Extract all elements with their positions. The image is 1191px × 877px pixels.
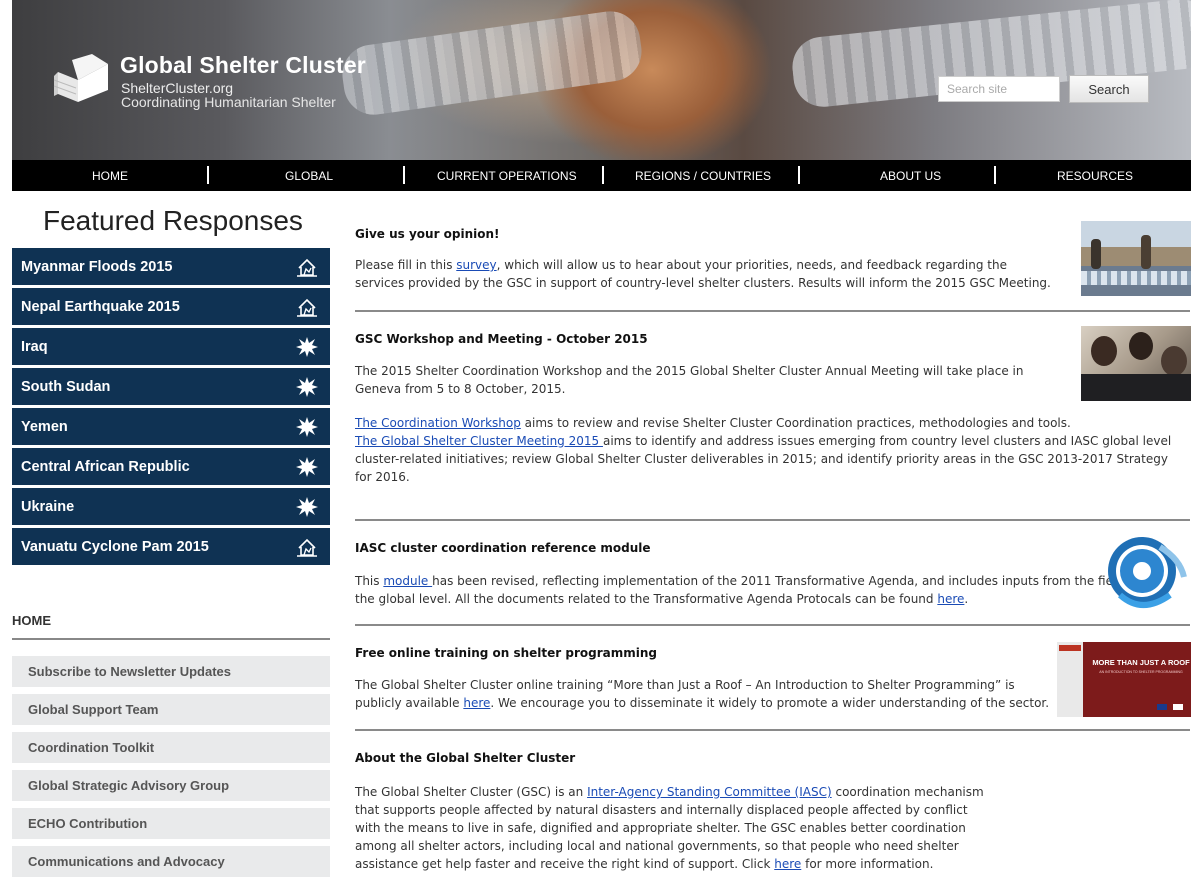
main-nav: HOME GLOBAL CURRENT OPERATIONS REGIONS /… <box>12 160 1191 191</box>
sidebar-home-heading: HOME <box>12 613 51 628</box>
body-text: . <box>964 592 969 606</box>
response-label: Iraq <box>21 338 48 355</box>
divider <box>355 624 1190 626</box>
nav-resources[interactable]: RESOURCES <box>1057 169 1133 183</box>
post-title: About the Global Shelter Cluster <box>355 751 576 765</box>
response-myanmar-floods[interactable]: Myanmar Floods 2015 <box>12 248 330 285</box>
post-body: The Global Shelter Cluster online traini… <box>355 676 1055 712</box>
response-nepal-earthquake[interactable]: Nepal Earthquake 2015 <box>12 288 330 325</box>
body-text: This <box>355 574 384 588</box>
post-title: GSC Workshop and Meeting - October 2015 <box>355 332 648 346</box>
nav-separator <box>602 166 604 184</box>
post-body: The Coordination Workshop aims to review… <box>355 414 1175 486</box>
body-text: The Global Shelter Cluster (GSC) is an <box>355 785 588 799</box>
burst-icon <box>296 417 318 437</box>
training-here-link[interactable]: here <box>463 696 490 710</box>
coordination-workshop-link[interactable]: The Coordination Workshop <box>355 416 521 430</box>
sidebar-link-newsletter[interactable]: Subscribe to Newsletter Updates <box>12 656 330 687</box>
response-yemen[interactable]: Yemen <box>12 408 330 445</box>
gsc-meeting-link[interactable]: The Global Shelter Cluster Meeting 2015 <box>355 434 603 448</box>
featured-responses-heading: Featured Responses <box>43 205 303 236</box>
response-ukraine[interactable]: Ukraine <box>12 488 330 525</box>
nav-separator <box>207 166 209 184</box>
burst-icon <box>296 377 318 397</box>
response-label: Ukraine <box>21 498 75 515</box>
logo-icon[interactable] <box>52 50 114 110</box>
nav-about-us[interactable]: ABOUT US <box>880 169 941 183</box>
search-button[interactable]: Search <box>1069 75 1149 103</box>
nav-separator <box>994 166 996 184</box>
nav-separator <box>798 166 800 184</box>
body-text: Please fill in this <box>355 258 457 272</box>
house-disaster-icon <box>297 258 317 277</box>
about-here-link[interactable]: here <box>774 857 801 871</box>
response-south-sudan[interactable]: South Sudan <box>12 368 330 405</box>
post-about: About the Global Shelter Cluster The Glo… <box>355 751 1190 873</box>
house-disaster-icon <box>297 538 317 557</box>
survey-link[interactable]: survey <box>456 258 496 272</box>
post-opinion: Give us your opinion! Please fill in thi… <box>355 227 1190 292</box>
post-body: Please fill in this survey, which will a… <box>355 256 1055 292</box>
nav-home[interactable]: HOME <box>92 169 128 183</box>
sidebar-link-echo-contribution[interactable]: ECHO Contribution <box>12 808 330 839</box>
post-body: The Global Shelter Cluster (GSC) is an I… <box>355 783 995 873</box>
nav-current-operations[interactable]: CURRENT OPERATIONS <box>437 169 577 183</box>
workshop-thumbnail[interactable] <box>1081 326 1191 401</box>
post-iasc: IASC cluster coordination reference modu… <box>355 541 1190 608</box>
body-text: for more information. <box>801 857 934 871</box>
site-title[interactable]: Global Shelter Cluster <box>120 52 366 79</box>
training-thumb-subtitle: AN INTRODUCTION TO SHELTER PROGRAMMING <box>1099 670 1183 674</box>
training-thumbnail[interactable]: MORE THAN JUST A ROOF AN INTRODUCTION TO… <box>1057 642 1191 717</box>
sidebar-link-coordination-toolkit[interactable]: Coordination Toolkit <box>12 732 330 763</box>
module-link[interactable]: module <box>383 574 432 588</box>
divider <box>355 729 1190 731</box>
body-text: has been revised, reflecting implementat… <box>355 574 1151 606</box>
burst-icon <box>296 457 318 477</box>
nav-regions-countries[interactable]: REGIONS / COUNTRIES <box>635 169 771 183</box>
site-tagline: Coordinating Humanitarian Shelter <box>121 94 336 110</box>
house-disaster-icon <box>297 298 317 317</box>
body-text: aims to review and revise Shelter Cluste… <box>520 416 1071 430</box>
post-title: IASC cluster coordination reference modu… <box>355 541 651 555</box>
burst-icon <box>296 497 318 517</box>
nav-global[interactable]: GLOBAL <box>285 169 333 183</box>
response-label: Nepal Earthquake 2015 <box>21 298 180 315</box>
post-body: This module has been revised, reflecting… <box>355 572 1155 608</box>
sidebar-link-communications[interactable]: Communications and Advocacy <box>12 846 330 877</box>
response-label: Central African Republic <box>21 458 190 475</box>
cluster-module-icon[interactable] <box>1100 533 1190 613</box>
response-label: Yemen <box>21 418 68 435</box>
response-iraq[interactable]: Iraq <box>12 328 330 365</box>
sidebar-link-advisory-group[interactable]: Global Strategic Advisory Group <box>12 770 330 801</box>
banner-photo-pipes <box>338 7 646 119</box>
body-text: . We encourage you to disseminate it wid… <box>490 696 1050 710</box>
opinion-thumbnail[interactable] <box>1081 221 1191 296</box>
here-link[interactable]: here <box>937 592 964 606</box>
response-vanuatu-cyclone[interactable]: Vanuatu Cyclone Pam 2015 <box>12 528 330 565</box>
iasc-link[interactable]: Inter-Agency Standing Committee (IASC) <box>587 785 832 799</box>
post-title: Give us your opinion! <box>355 227 500 241</box>
divider <box>355 310 1190 312</box>
divider <box>355 519 1190 521</box>
response-central-african-republic[interactable]: Central African Republic <box>12 448 330 485</box>
response-label: Vanuatu Cyclone Pam 2015 <box>21 538 209 555</box>
burst-icon <box>296 337 318 357</box>
response-label: Myanmar Floods 2015 <box>21 258 173 275</box>
sidebar-link-global-support-team[interactable]: Global Support Team <box>12 694 330 725</box>
search-input[interactable] <box>938 76 1060 102</box>
post-workshop: GSC Workshop and Meeting - October 2015 … <box>355 332 1190 486</box>
training-thumb-title: MORE THAN JUST A ROOF <box>1092 658 1190 667</box>
post-body: The 2015 Shelter Coordination Workshop a… <box>355 364 1024 396</box>
divider <box>12 638 330 640</box>
response-label: South Sudan <box>21 378 111 395</box>
nav-separator <box>403 166 405 184</box>
